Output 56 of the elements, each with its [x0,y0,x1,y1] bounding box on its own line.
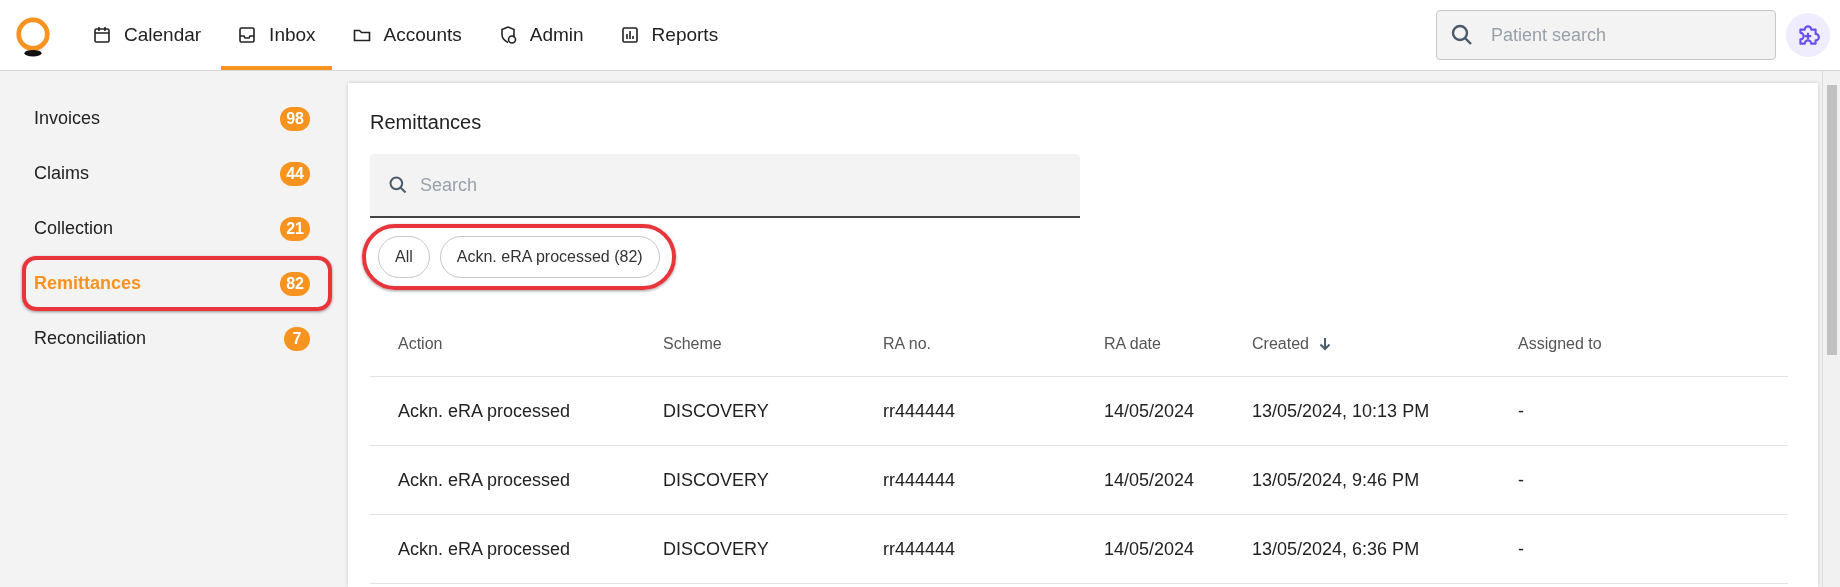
search-field[interactable]: Search [370,154,1080,218]
nav-tab[interactable]: Calendar [76,0,218,70]
table-cell: DISCOVERY [663,538,769,559]
nav-tab[interactable]: Accounts [335,0,478,70]
logo-icon [14,17,52,59]
table-cell: rr444444 [883,469,956,490]
sidebar-item[interactable]: Reconciliation 7 [26,315,328,362]
count-badge: 82 [280,271,310,296]
table-cell: 14/05/2024 [1104,538,1195,559]
table-cell: Ackn. eRA processed [398,538,571,559]
search-icon [388,175,408,195]
column-header[interactable]: Action [398,335,443,353]
calendar-icon [92,25,112,45]
count-badge: 98 [280,106,310,131]
nav-tab[interactable]: Reports [603,0,735,70]
table-cell: 13/05/2024, 6:36 PM [1252,538,1420,559]
sidebar-item[interactable]: Claims 44 [26,150,328,197]
sidebar-label: Remittances [34,273,142,294]
inbox-icon [237,25,258,45]
table-cell: 14/05/2024 [1104,400,1195,421]
sidebar-item[interactable]: Invoices 98 [26,95,328,142]
puzzle-plus-button[interactable] [1786,13,1830,57]
count-badge: 44 [280,161,310,186]
chart-icon [619,25,640,45]
sidebar-label: Reconciliation [34,328,147,349]
table-cell: rr444444 [883,538,956,559]
column-header[interactable]: RA date [1104,335,1161,353]
sidebar-label: Invoices [34,108,101,129]
search-icon [1450,23,1474,47]
column-header[interactable]: Assigned to [1518,335,1602,353]
table-cell: DISCOVERY [663,469,769,490]
table-cell: 14/05/2024 [1104,469,1195,490]
filter-chip[interactable]: All [378,236,430,278]
table-cell: Ackn. eRA processed [398,469,571,490]
scrollbar[interactable] [1822,71,1840,587]
table-cell: 13/05/2024, 10:13 PM [1252,400,1430,421]
filter-chip[interactable]: Ackn. eRA processed (82) [439,236,660,278]
nav-tab[interactable]: Inbox [221,0,332,70]
nav-tab[interactable]: Admin [481,0,600,70]
count-badge: 7 [284,326,310,351]
table-cell: - [1518,400,1524,421]
sidebar-label: Collection [34,218,114,239]
sidebar-label: Claims [34,163,89,184]
table-cell: - [1518,469,1524,490]
column-header[interactable]: RA no. [883,335,932,353]
table-cell: Ackn. eRA processed [398,400,571,421]
sidebar-item[interactable]: Collection 21 [26,205,328,252]
table-cell: 13/05/2024, 9:46 PM [1252,469,1420,490]
patient-search-field[interactable]: Patient search [1436,10,1776,60]
table-cell: - [1518,538,1524,559]
column-header[interactable]: Scheme [663,335,722,353]
table-cell: DISCOVERY [663,400,769,421]
page-title: Remittances [370,111,483,134]
column-header[interactable]: Created [1252,335,1333,353]
table-cell: rr444444 [883,400,956,421]
count-badge: 21 [280,216,310,241]
